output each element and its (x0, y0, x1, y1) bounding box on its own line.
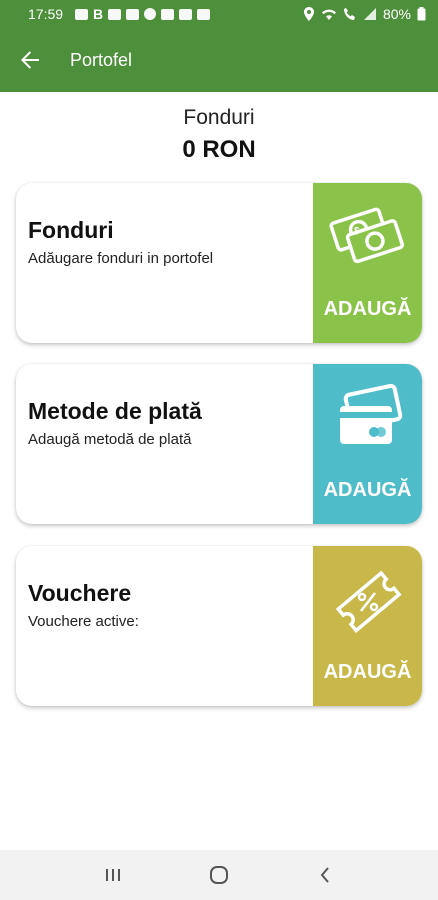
action-label: ADAUGĂ (323, 479, 412, 501)
action-label: ADAUGĂ (323, 298, 412, 320)
voucher-icon (335, 570, 402, 633)
app-bar: Portofel (0, 28, 438, 92)
image-icon (197, 8, 211, 20)
call-icon (343, 8, 355, 20)
location-icon (303, 7, 314, 21)
card-title: Metode de plată (28, 398, 202, 424)
youtube-icon (108, 8, 122, 20)
battery-icon (417, 7, 426, 21)
battery-level: 80% (382, 6, 411, 22)
card-title: Vouchere (28, 580, 132, 606)
funds-label: Fonduri (183, 106, 255, 129)
funds-amount: 0 RON (182, 136, 256, 163)
action-label: ADAUGĂ (323, 661, 412, 683)
credit-card-icon (339, 383, 402, 444)
add-payment-method-button[interactable]: ADAUGĂ (313, 364, 422, 524)
threads-icon (144, 8, 157, 20)
back-icon[interactable] (305, 860, 345, 890)
money-icon: $ (328, 207, 404, 264)
wifi-icon (321, 9, 336, 20)
status-bar: 17:59 B 80% (0, 0, 438, 28)
add-voucher-button[interactable]: ADAUGĂ (313, 546, 422, 706)
card-subtitle: Vouchere active: (28, 613, 139, 630)
home-icon[interactable] (199, 860, 239, 890)
youtube-icon (126, 8, 140, 20)
card-subtitle: Adăugare fonduri in portofel (28, 250, 214, 267)
status-time: 17:59 (28, 6, 64, 22)
vouchers-card[interactable]: Vouchere Vouchere active: ADAUGĂ (16, 546, 422, 706)
signal-icon (363, 8, 376, 20)
arrow-left-icon[interactable] (18, 48, 42, 72)
recent-apps-icon[interactable] (93, 860, 133, 890)
svg-text:$: $ (354, 226, 360, 237)
funds-card[interactable]: Fonduri Adăugare fonduri in portofel $ A… (16, 183, 422, 343)
map-icon (161, 8, 175, 20)
card-title: Fonduri (28, 217, 114, 243)
payment-methods-card[interactable]: Metode de plată Adaugă metodă de plată A… (16, 364, 422, 524)
b-icon: B (93, 6, 104, 22)
funds-summary: Fonduri 0 RON (0, 106, 438, 164)
mail-icon (179, 8, 193, 20)
page-title: Portofel (70, 49, 133, 70)
system-nav-bar (0, 850, 438, 900)
message-icon (75, 8, 89, 20)
add-funds-button[interactable]: $ ADAUGĂ (313, 183, 422, 343)
card-subtitle: Adaugă metodă de plată (28, 431, 192, 448)
